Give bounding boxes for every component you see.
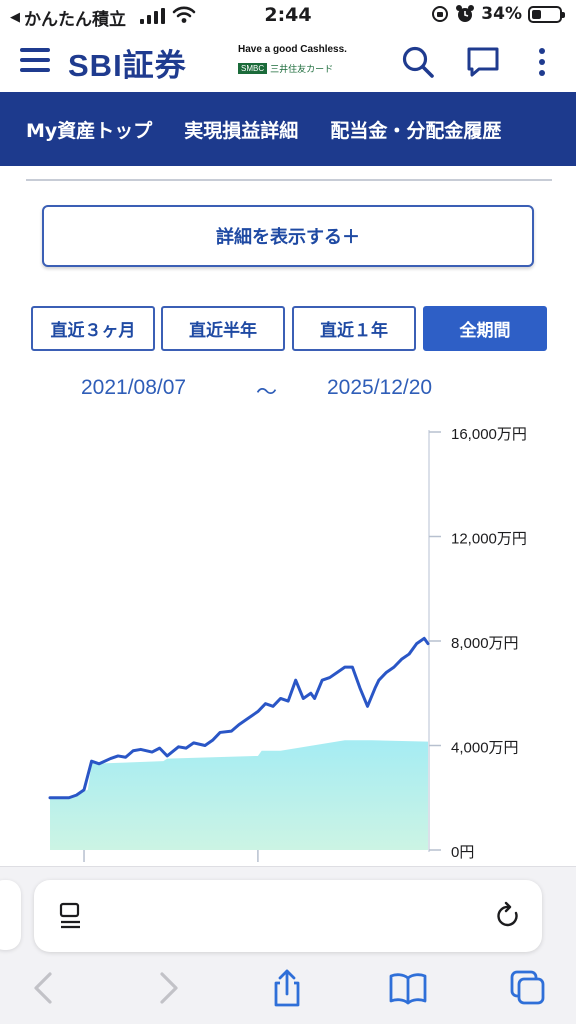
- status-right-group: 34%: [431, 4, 565, 24]
- y-tick-label: 4,000万円: [451, 740, 519, 757]
- smbc-card-name: 三井住友カード: [270, 64, 334, 74]
- cellular-signal-icon: [140, 8, 165, 24]
- smbc-card-logo: SMBC 三井住友カード: [238, 62, 333, 75]
- date-range-separator: 〜: [256, 381, 277, 404]
- nav-dividend-history[interactable]: 配当金・分配金履歴: [330, 116, 501, 143]
- smbc-badge: SMBC: [238, 63, 268, 74]
- battery-fill: [532, 9, 541, 19]
- tabs-icon[interactable]: [508, 968, 548, 1008]
- y-tick-label: 16,000万円: [451, 426, 527, 443]
- status-back-link[interactable]: ◀ かんたん積立: [10, 5, 126, 30]
- status-bar: ◀ かんたん積立 2:44 34%: [0, 0, 576, 34]
- site-header: SBI証券 Have a good Cashless. SMBC 三井住友カード: [0, 34, 576, 92]
- period-half-year-button[interactable]: 直近半年: [161, 306, 285, 351]
- invested-amount-area: [50, 740, 428, 850]
- browser-forward-icon[interactable]: [148, 968, 188, 1008]
- period-3-months-button[interactable]: 直近３ヶ月: [31, 306, 155, 351]
- asset-chart: 16,000万円 12,000万円 8,000万円 4,000万円 0円: [48, 426, 527, 862]
- hamburger-menu-icon[interactable]: [20, 48, 50, 76]
- date-range-end: 2025/12/20: [327, 376, 433, 399]
- show-details-button[interactable]: 詳細を表示する＋: [42, 205, 534, 267]
- wifi-icon: [172, 6, 196, 23]
- address-bar[interactable]: [34, 880, 542, 952]
- battery-percent: 34%: [481, 4, 522, 24]
- back-triangle-icon: ◀: [10, 10, 20, 25]
- sbi-logo[interactable]: SBI証券: [68, 40, 187, 85]
- search-icon[interactable]: [400, 44, 436, 80]
- chat-icon[interactable]: [465, 44, 501, 80]
- date-range-start: 2021/08/07: [81, 376, 187, 399]
- share-icon[interactable]: [267, 968, 307, 1008]
- period-1-year-button[interactable]: 直近１年: [292, 306, 416, 351]
- bookmarks-icon[interactable]: [388, 968, 428, 1008]
- y-tick-label: 8,000万円: [451, 635, 519, 652]
- page-format-icon[interactable]: [58, 902, 84, 930]
- battery-icon: [528, 5, 565, 23]
- section-divider: [26, 179, 552, 181]
- orientation-lock-icon: [432, 6, 449, 22]
- y-tick-label: 0円: [451, 844, 474, 861]
- previous-tab-preview[interactable]: [0, 880, 21, 950]
- reload-icon[interactable]: [494, 901, 522, 931]
- alarm-clock-icon: [456, 5, 475, 22]
- nav-my-assets-top[interactable]: My資産トップ: [26, 116, 152, 143]
- cashless-tagline: Have a good Cashless.: [238, 44, 347, 55]
- main-nav-bar: My資産トップ 実現損益詳細 配当金・分配金履歴: [0, 92, 576, 166]
- browser-back-icon[interactable]: [24, 968, 64, 1008]
- period-all-button[interactable]: 全期間: [423, 306, 547, 351]
- y-tick-label: 12,000万円: [451, 531, 527, 548]
- nav-realized-pl-detail[interactable]: 実現損益詳細: [184, 116, 298, 143]
- status-back-label: かんたん積立: [24, 10, 126, 30]
- more-vertical-icon[interactable]: [524, 44, 560, 80]
